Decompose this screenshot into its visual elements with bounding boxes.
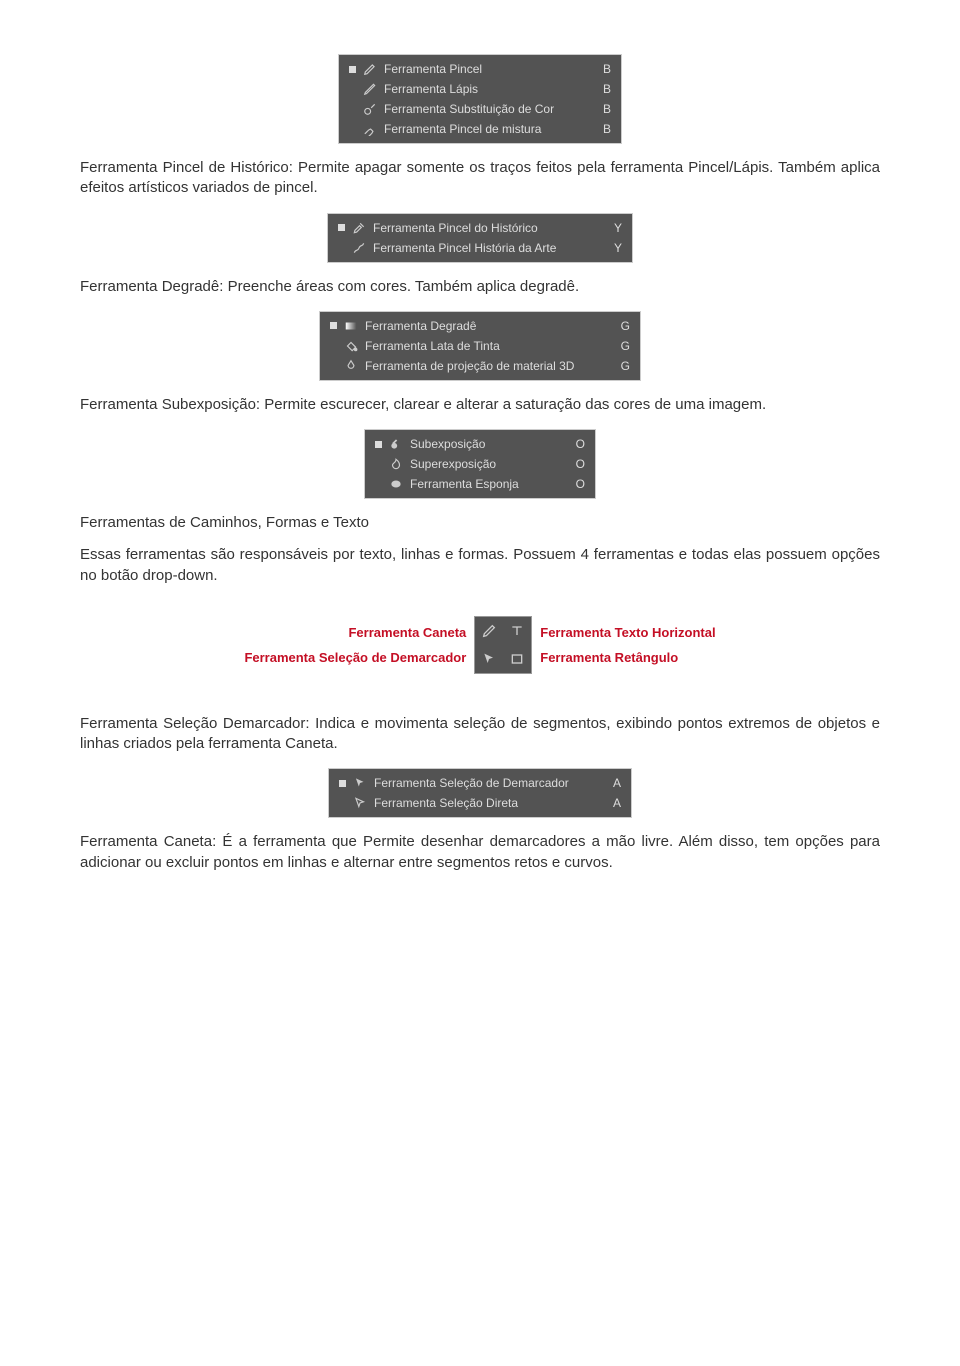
menu-item[interactable]: Ferramenta Seleção de Demarcador A <box>335 773 625 793</box>
color-replace-icon <box>362 101 378 117</box>
shortcut: B <box>603 122 611 136</box>
menu-item-label: Ferramenta Pincel <box>384 62 482 76</box>
pencil-icon <box>362 81 378 97</box>
bullet-icon <box>338 244 345 251</box>
menu-item-label: Ferramenta Seleção de Demarcador <box>374 776 569 790</box>
menu-item[interactable]: Ferramenta Pincel de mistura B <box>345 119 615 139</box>
menu-item-label: Ferramenta Esponja <box>410 477 519 491</box>
shortcut: O <box>576 477 585 491</box>
tool-menu-demarcador: Ferramenta Seleção de Demarcador A Ferra… <box>328 768 632 818</box>
shortcut: B <box>603 62 611 76</box>
pen-tool-icon[interactable] <box>475 617 503 645</box>
bullet-icon <box>338 224 345 231</box>
bullet-icon <box>349 86 356 93</box>
gradient-icon <box>343 318 359 334</box>
shortcut: G <box>621 339 630 353</box>
bullet-icon <box>330 362 337 369</box>
menu-item[interactable]: Ferramenta Pincel do Histórico Y <box>334 218 626 238</box>
menu-item-label: Ferramenta Lápis <box>384 82 478 96</box>
mixer-brush-icon <box>362 121 378 137</box>
menu-item[interactable]: Subexposição O <box>371 434 589 454</box>
path-selection-icon <box>352 775 368 791</box>
shortcut: B <box>603 82 611 96</box>
paragraph: Ferramenta Pincel de Histórico: Permite … <box>80 158 880 199</box>
menu-item-label: Ferramenta de projeção de material 3D <box>365 359 574 373</box>
bullet-icon <box>349 126 356 133</box>
menu-item[interactable]: Superexposição O <box>371 454 589 474</box>
menu-item-label: Ferramenta Pincel História da Arte <box>373 241 556 255</box>
shortcut: O <box>576 437 585 451</box>
shortcut: A <box>613 776 621 790</box>
menu-item-label: Subexposição <box>410 437 485 451</box>
paragraph: Ferramenta Caneta: É a ferramenta que Pe… <box>80 832 880 873</box>
type-tool-icon[interactable] <box>503 617 531 645</box>
tool-menu-degrade: Ferramenta Degradê G Ferramenta Lata de … <box>319 311 641 381</box>
menu-item[interactable]: Ferramenta Pincel B <box>345 59 615 79</box>
burn-icon <box>388 456 404 472</box>
paragraph: Ferramentas de Caminhos, Formas e Texto <box>80 513 880 533</box>
label-selecao-demarcador: Ferramenta Seleção de Demarcador <box>244 650 466 665</box>
bullet-icon <box>349 106 356 113</box>
tool-menu-subexposicao: Subexposição O Superexposição O Ferramen… <box>364 429 596 499</box>
sponge-icon <box>388 476 404 492</box>
art-history-brush-icon <box>351 240 367 256</box>
path-selection-icon[interactable] <box>475 645 503 673</box>
menu-item-label: Ferramenta Seleção Direta <box>374 796 518 810</box>
menu-item-label: Ferramenta Substituição de Cor <box>384 102 554 116</box>
bullet-icon <box>375 481 382 488</box>
shortcut: A <box>613 796 621 810</box>
label-caneta: Ferramenta Caneta <box>348 625 466 640</box>
label-retangulo: Ferramenta Retângulo <box>540 650 678 665</box>
dodge-icon <box>388 436 404 452</box>
bullet-icon <box>375 441 382 448</box>
shortcut: G <box>621 359 630 373</box>
menu-item[interactable]: Ferramenta Lápis B <box>345 79 615 99</box>
menu-item[interactable]: Ferramenta Pincel História da Arte Y <box>334 238 626 258</box>
shortcut: G <box>621 319 630 333</box>
menu-item[interactable]: Ferramenta Substituição de Cor B <box>345 99 615 119</box>
paragraph: Ferramenta Degradê: Preenche áreas com c… <box>80 277 880 297</box>
menu-item[interactable]: Ferramenta Degradê G <box>326 316 634 336</box>
shortcut: Y <box>614 221 622 235</box>
material-drop-icon <box>343 358 359 374</box>
paint-bucket-icon <box>343 338 359 354</box>
menu-item-label: Ferramenta Degradê <box>365 319 476 333</box>
menu-item-label: Ferramenta Lata de Tinta <box>365 339 500 353</box>
direct-selection-icon <box>352 795 368 811</box>
paragraph: Ferramenta Seleção Demarcador: Indica e … <box>80 714 880 755</box>
menu-item[interactable]: Ferramenta Seleção Direta A <box>335 793 625 813</box>
bullet-icon <box>349 66 356 73</box>
tool-menu-pincel: Ferramenta Pincel B Ferramenta Lápis B F… <box>338 54 622 144</box>
menu-item[interactable]: Ferramenta de projeção de material 3D G <box>326 356 634 376</box>
shortcut: B <box>603 102 611 116</box>
brush-icon <box>362 61 378 77</box>
tool-menu-historico: Ferramenta Pincel do Histórico Y Ferrame… <box>327 213 633 263</box>
menu-item[interactable]: Ferramenta Lata de Tinta G <box>326 336 634 356</box>
shortcut: O <box>576 457 585 471</box>
menu-item[interactable]: Ferramenta Esponja O <box>371 474 589 494</box>
label-texto-horizontal: Ferramenta Texto Horizontal <box>540 625 715 640</box>
history-brush-icon <box>351 220 367 236</box>
paragraph: Essas ferramentas são responsáveis por t… <box>80 545 880 586</box>
shortcut: Y <box>614 241 622 255</box>
tool-palette <box>474 616 532 674</box>
menu-item-label: Superexposição <box>410 457 496 471</box>
paragraph: Ferramenta Subexposição: Permite escurec… <box>80 395 880 415</box>
bullet-icon <box>375 461 382 468</box>
bullet-icon <box>339 780 346 787</box>
menu-item-label: Ferramenta Pincel do Histórico <box>373 221 538 235</box>
bullet-icon <box>330 322 337 329</box>
menu-item-label: Ferramenta Pincel de mistura <box>384 122 541 136</box>
tool-grid: Ferramenta Caneta Ferramenta Seleção de … <box>80 616 880 674</box>
rectangle-tool-icon[interactable] <box>503 645 531 673</box>
bullet-icon <box>330 342 337 349</box>
bullet-icon <box>339 800 346 807</box>
